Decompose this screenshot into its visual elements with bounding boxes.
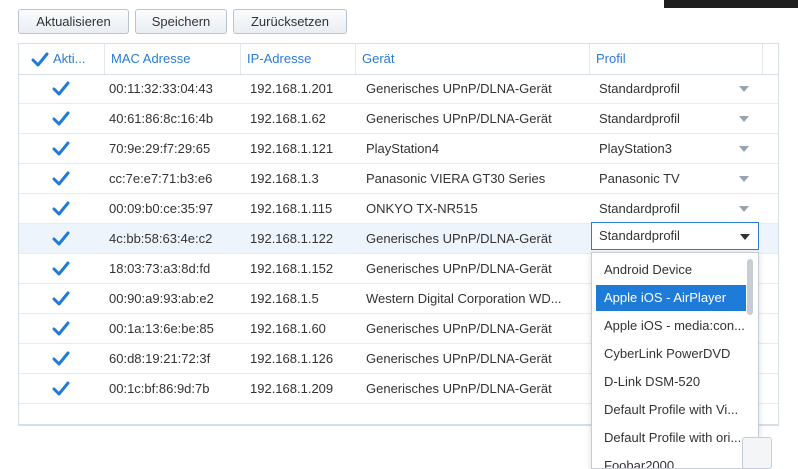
checkmark-icon[interactable] xyxy=(52,320,70,338)
ip-cell: 192.168.1.126 xyxy=(250,351,334,366)
dropdown-option[interactable]: Apple iOS - AirPlayer xyxy=(596,285,746,311)
device-cell: Generisches UPnP/DLNA-Gerät xyxy=(366,231,552,246)
column-header-ip[interactable]: IP-Adresse xyxy=(241,44,356,74)
ip-cell: 192.168.1.60 xyxy=(250,321,326,336)
ip-cell: 192.168.1.152 xyxy=(250,261,334,276)
mac-cell: 18:03:73:a3:8d:fd xyxy=(109,261,211,276)
refresh-button[interactable]: Aktualisieren xyxy=(18,9,129,34)
ip-cell: 192.168.1.62 xyxy=(250,111,326,126)
dropdown-option[interactable]: Foobar2000 xyxy=(596,453,746,468)
ip-cell: 192.168.1.5 xyxy=(250,291,319,306)
dropdown-option[interactable]: D-Link DSM-520 xyxy=(596,369,746,395)
profile-cell[interactable]: Standardprofil xyxy=(599,194,749,223)
ip-cell: 192.168.1.115 xyxy=(250,201,333,216)
table-row[interactable]: 40:61:86:8c:16:4b 192.168.1.62 Generisches… xyxy=(19,104,778,134)
chevron-down-icon[interactable] xyxy=(739,206,749,212)
mac-cell: 70:9e:29:f7:29:65 xyxy=(109,141,211,156)
profile-cell[interactable]: PlayStation3 xyxy=(599,134,749,163)
checkmark-icon[interactable] xyxy=(52,350,70,368)
profile-select-value: Standardprofil xyxy=(599,228,680,243)
mac-cell: cc:7e:e7:71:b3:e6 xyxy=(109,171,213,186)
profile-cell[interactable]: Standardprofil xyxy=(599,74,749,103)
mac-cell: 00:1a:13:6e:be:85 xyxy=(109,321,214,336)
checkmark-icon[interactable] xyxy=(52,110,70,128)
device-cell: PlayStation4 xyxy=(366,141,439,156)
ip-cell: 192.168.1.3 xyxy=(250,171,319,186)
profile-cell[interactable]: Standardprofil xyxy=(599,104,749,133)
column-header-mac[interactable]: MAC Adresse xyxy=(105,44,241,74)
profile-cell[interactable]: Panasonic TV xyxy=(599,164,749,193)
grid-header: Akti... MAC Adresse IP-Adresse Gerät Pro… xyxy=(19,44,778,75)
mac-cell: 00:11:32:33:04:43 xyxy=(109,81,213,96)
checkmark-icon[interactable] xyxy=(52,230,70,248)
checkmark-icon[interactable] xyxy=(52,290,70,308)
device-cell: Generisches UPnP/DLNA-Gerät xyxy=(366,381,552,396)
mac-cell: 00:09:b0:ce:35:97 xyxy=(109,201,214,216)
save-button[interactable]: Speichern xyxy=(135,9,227,34)
checkmark-icon[interactable] xyxy=(52,140,70,158)
column-header-device[interactable]: Gerät xyxy=(356,44,590,74)
mac-cell: 00:1c:bf:86:9d:7b xyxy=(109,381,210,396)
ip-cell: 192.168.1.122 xyxy=(250,231,334,246)
toolbar: Aktualisieren Speichern Zurücksetzen xyxy=(0,0,798,42)
dropdown-option[interactable]: Default Profile with Vi... xyxy=(596,397,746,423)
device-cell: Generisches UPnP/DLNA-Gerät xyxy=(366,81,552,96)
chevron-down-icon[interactable] xyxy=(739,86,749,92)
checkmark-icon[interactable] xyxy=(52,170,70,188)
device-cell: Generisches UPnP/DLNA-Gerät xyxy=(366,351,552,366)
dropdown-option[interactable]: Apple iOS - media:con... xyxy=(596,313,746,339)
checkmark-icon[interactable] xyxy=(52,260,70,278)
profile-dropdown-list: Foobar2000 Default Profile with ori... Def… xyxy=(591,252,759,469)
dropdown-option[interactable]: Android Device xyxy=(596,257,746,283)
device-cell: Western Digital Corporation WD... xyxy=(366,291,562,306)
profile-select[interactable]: Standardprofil xyxy=(591,222,759,250)
ip-cell: 192.168.1.121 xyxy=(250,141,334,156)
device-cell: ONKYO TX-NR515 xyxy=(366,201,478,216)
table-row[interactable]: cc:7e:e7:71:b3:e6 192.168.1.3 Panasonic VI… xyxy=(19,164,778,194)
table-row[interactable]: 00:09:b0:ce:35:97 192.168.1.115 ONKYO TX-N… xyxy=(19,194,778,224)
mac-cell: 00:90:a9:93:ab:e2 xyxy=(109,291,214,306)
chevron-down-icon[interactable] xyxy=(739,176,749,182)
chevron-down-icon[interactable] xyxy=(740,234,750,240)
ip-cell: 192.168.1.209 xyxy=(250,381,334,396)
dropdown-scrollbar[interactable] xyxy=(747,259,753,315)
dropdown-option[interactable]: Default Profile with ori... xyxy=(596,425,746,451)
mac-cell: 40:61:86:8c:16:4b xyxy=(109,111,214,126)
device-cell: Generisches UPnP/DLNA-Gerät xyxy=(366,321,552,336)
mac-cell: 4c:bb:58:63:4e:c2 xyxy=(109,231,213,246)
table-row[interactable]: 70:9e:29:f7:29:65 192.168.1.121 PlayStatio… xyxy=(19,134,778,164)
mac-cell: 60:d8:19:21:72:3f xyxy=(109,351,211,366)
device-cell: Generisches UPnP/DLNA-Gerät xyxy=(366,261,552,276)
chevron-down-icon[interactable] xyxy=(739,146,749,152)
checkmark-icon[interactable] xyxy=(52,80,70,98)
checkmark-icon[interactable] xyxy=(52,380,70,398)
column-header-active[interactable]: Akti... xyxy=(47,44,105,74)
chevron-down-icon[interactable] xyxy=(739,116,749,122)
dropdown-option[interactable]: CyberLink PowerDVD xyxy=(596,341,746,367)
device-cell: Panasonic VIERA GT30 Series xyxy=(366,171,546,186)
column-header-profile[interactable]: Profil xyxy=(590,44,763,74)
reset-button[interactable]: Zurücksetzen xyxy=(233,9,347,34)
device-cell: Generisches UPnP/DLNA-Gerät xyxy=(366,111,552,126)
footer-button[interactable] xyxy=(742,437,772,469)
table-row[interactable]: 00:11:32:33:04:43 192.168.1.201 Generische… xyxy=(19,74,778,104)
checkmark-icon[interactable] xyxy=(52,200,70,218)
ip-cell: 192.168.1.201 xyxy=(250,81,334,96)
